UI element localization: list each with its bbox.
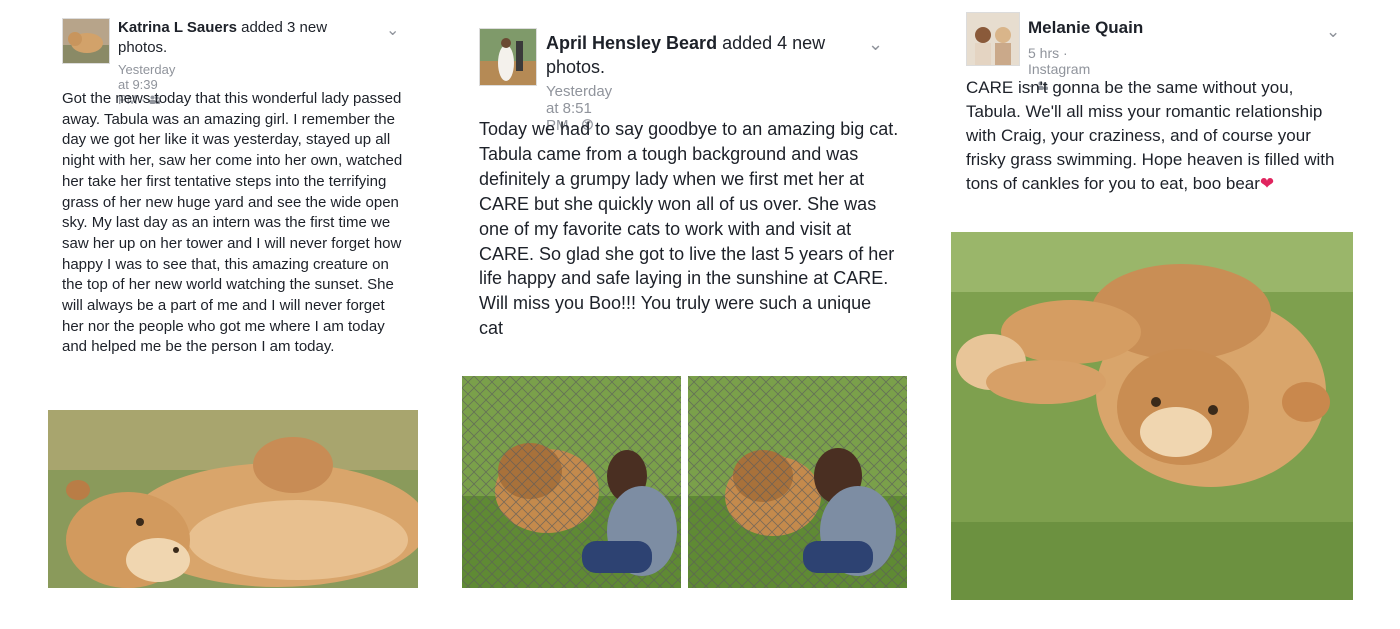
author-avatar[interactable] <box>966 12 1020 66</box>
timestamp[interactable]: 5 hrs <box>1028 45 1059 61</box>
post-header: April Hensley Beard added 4 new photos. <box>546 31 836 79</box>
post-header: Melanie Quain <box>1028 17 1278 39</box>
author-name[interactable]: April Hensley Beard <box>546 33 717 53</box>
post-text: CARE isn't gonna be the same without you… <box>966 78 1335 193</box>
chevron-down-icon[interactable]: ⌄ <box>1326 22 1340 42</box>
lioness-grass-photo-image <box>951 232 1353 600</box>
heart-emoji-icon: ❤ <box>1259 174 1275 193</box>
author-name[interactable]: Katrina L Sauers <box>118 19 237 36</box>
author-avatar[interactable] <box>62 18 110 64</box>
author-name[interactable]: Melanie Quain <box>1028 18 1143 37</box>
meta-separator: · <box>1063 45 1068 61</box>
post-text: Today we had to say goodbye to an amazin… <box>479 119 899 339</box>
post-photo-fence-1[interactable] <box>462 376 681 588</box>
fence-photo-image <box>462 376 681 588</box>
post-photo-lioness-grass[interactable] <box>951 232 1353 600</box>
lioness-photo-image <box>48 410 418 588</box>
chevron-down-icon[interactable]: ⌄ <box>868 34 883 55</box>
fence-photo-image <box>688 376 907 588</box>
post-source[interactable]: Instagram <box>1028 61 1090 77</box>
post-text-wrapper: CARE isn't gonna be the same without you… <box>966 76 1351 196</box>
post-text: Got the news today that this wonderful l… <box>62 90 403 356</box>
post-photo-fence-2[interactable] <box>688 376 907 588</box>
chevron-down-icon[interactable]: ⌄ <box>386 20 399 40</box>
avatar-wedding-image <box>480 29 536 85</box>
avatar-friends-image <box>967 13 1019 65</box>
post-photo-lioness[interactable] <box>48 410 418 588</box>
avatar-lion-image <box>63 19 109 63</box>
author-avatar[interactable] <box>479 28 537 86</box>
post-header: Katrina L Sauers added 3 new photos. <box>118 18 368 58</box>
